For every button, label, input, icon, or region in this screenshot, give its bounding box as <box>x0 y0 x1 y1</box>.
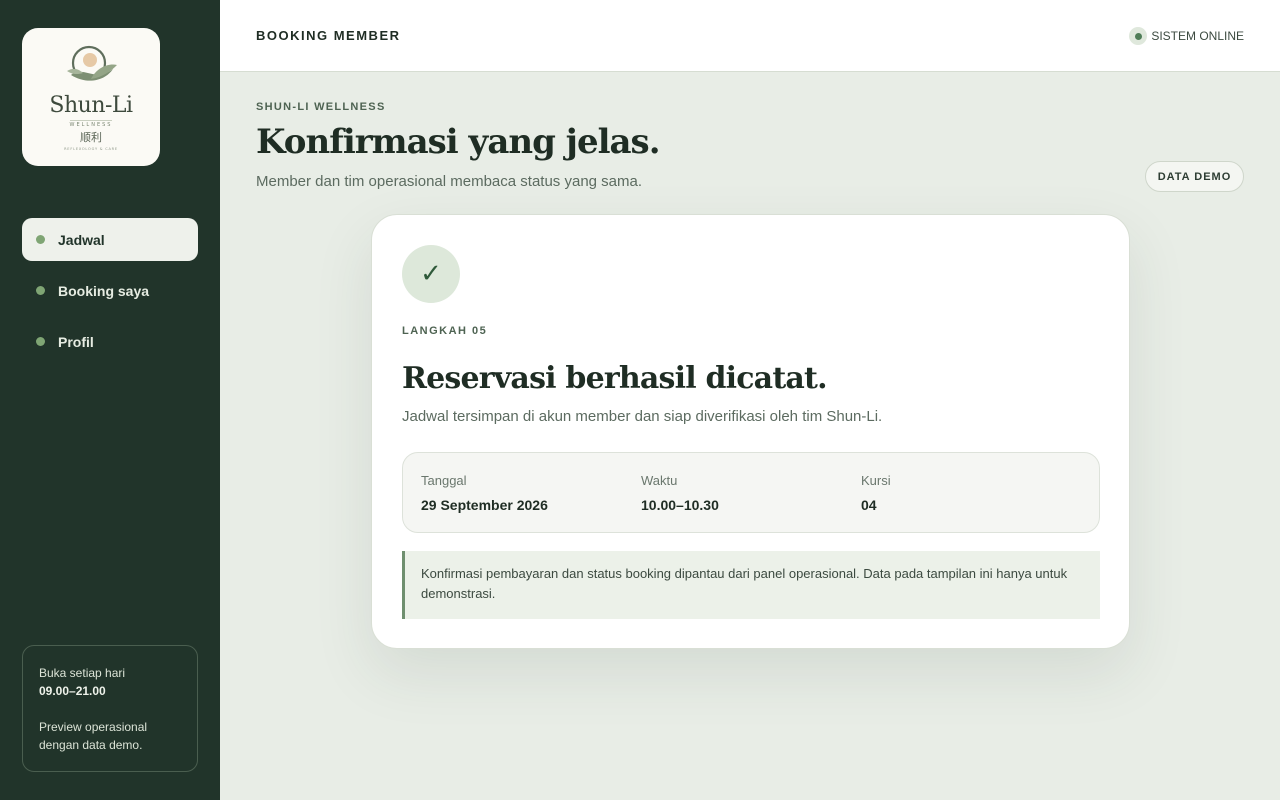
brand-logo[interactable]: Shun-Li WELLNESS 顺利 REFLEXOLOGY & CARE <box>22 28 160 166</box>
status-text: SISTEM ONLINE <box>1151 29 1244 43</box>
confirmation-title: Reservasi berhasil dicatat. <box>402 361 828 396</box>
dot-icon <box>36 286 45 295</box>
detail-date: Tanggal 29 September 2026 <box>421 473 641 532</box>
logo-name: Shun-Li <box>49 93 133 118</box>
detail-value: 04 <box>861 497 877 513</box>
opening-hours-card: Buka setiap hari 09.00–21.00 Preview ope… <box>22 645 198 772</box>
logo-tagline: REFLEXOLOGY & CARE <box>64 147 118 151</box>
dot-icon <box>36 235 45 244</box>
detail-label: Tanggal <box>421 473 467 488</box>
detail-time: Waktu 10.00–10.30 <box>641 473 861 532</box>
system-status: SISTEM ONLINE <box>1129 27 1244 45</box>
info-note: Konfirmasi pembayaran dan status booking… <box>402 551 1100 619</box>
detail-value: 10.00–10.30 <box>641 497 719 513</box>
sidebar-item-booking-saya[interactable]: Booking saya <box>22 269 198 312</box>
step-label: LANGKAH 05 <box>402 325 488 337</box>
page-subtitle: Member dan tim operasional membaca statu… <box>256 173 643 190</box>
demo-note-line1: Preview operasional <box>39 720 148 734</box>
dot-icon <box>36 337 45 346</box>
demo-data-badge: DATA DEMO <box>1145 161 1244 192</box>
booking-details: Tanggal 29 September 2026 Waktu 10.00–10… <box>402 452 1100 533</box>
sidebar-item-label: Profil <box>58 333 94 350</box>
logo-subtitle: WELLNESS <box>69 120 113 128</box>
sidebar-nav: Jadwal Booking saya Profil <box>22 218 198 371</box>
demo-note-line2: dengan data demo. <box>39 738 143 752</box>
detail-seat: Kursi 04 <box>861 473 1081 532</box>
check-icon: ✓ <box>402 245 460 303</box>
brand-eyebrow: SHUN-LI WELLNESS <box>256 101 386 113</box>
sidebar-item-label: Booking saya <box>58 282 150 299</box>
confirmation-subtitle: Jadwal tersimpan di akun member dan siap… <box>402 408 883 425</box>
confirmation-card: ✓ LANGKAH 05 Reservasi berhasil dicatat.… <box>371 214 1130 649</box>
sidebar-item-profil[interactable]: Profil <box>22 320 198 363</box>
status-dot-icon <box>1129 27 1148 45</box>
sidebar: Shun-Li WELLNESS 顺利 REFLEXOLOGY & CARE J… <box>0 0 220 800</box>
page-section-title: BOOKING MEMBER <box>256 28 401 43</box>
top-bar: BOOKING MEMBER SISTEM ONLINE <box>220 0 1280 72</box>
hours-label: Buka setiap hari <box>39 666 126 680</box>
detail-value: 29 September 2026 <box>421 497 548 513</box>
logo-cjk: 顺利 <box>80 131 102 144</box>
detail-label: Waktu <box>641 473 678 488</box>
lotus-logo-icon <box>67 45 117 81</box>
page-title: Konfirmasi yang jelas. <box>256 122 661 162</box>
hours-time: 09.00–21.00 <box>39 684 106 698</box>
sidebar-item-label: Jadwal <box>58 231 105 248</box>
sidebar-item-jadwal[interactable]: Jadwal <box>22 218 198 261</box>
detail-label: Kursi <box>861 473 891 488</box>
